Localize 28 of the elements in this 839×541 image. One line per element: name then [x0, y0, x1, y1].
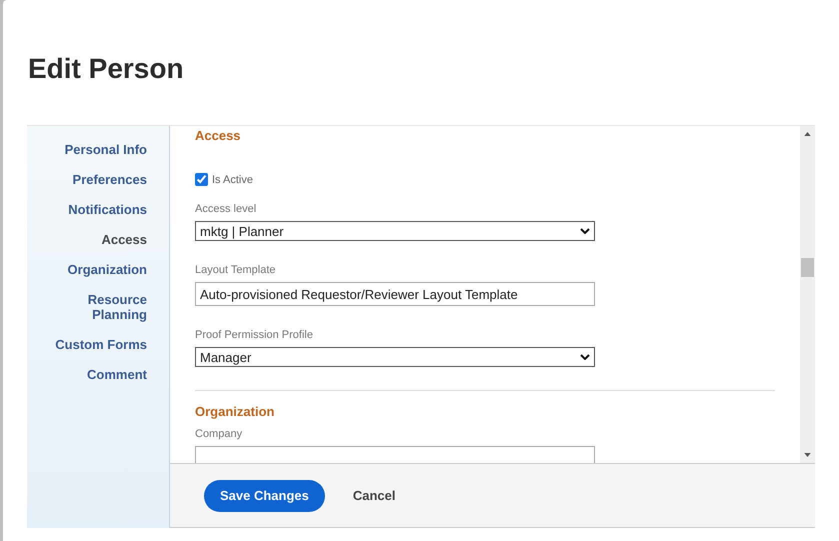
dropdown-field[interactable]: Manager: [195, 347, 595, 367]
section-heading: Organization: [195, 404, 276, 419]
dropdown-field[interactable]: mktg | Planner: [195, 221, 595, 241]
field-label: Company: [195, 428, 244, 440]
text-field[interactable]: Auto-provisioned Requestor/Reviewer Layout Template: [195, 282, 595, 306]
chevron-down-icon: [580, 354, 590, 360]
checkbox-label: Is Active: [212, 174, 253, 186]
field-label: Proof Permission Profile: [195, 329, 314, 341]
section-heading: Access: [195, 128, 242, 143]
sidebar-item[interactable]: Resource Planning: [47, 292, 169, 322]
sidebar-item[interactable]: Custom Forms: [47, 337, 169, 352]
field-label: Access level: [195, 203, 258, 215]
sidebar-item[interactable]: Comment: [47, 367, 169, 382]
scrollbar[interactable]: [800, 126, 815, 463]
scrollbar-thumb[interactable]: [801, 258, 814, 277]
scroll-down-icon[interactable]: [804, 453, 811, 457]
field-label: Layout Template: [195, 264, 277, 276]
save-changes-button[interactable]: Save Changes: [204, 480, 325, 512]
cancel-button[interactable]: Cancel: [352, 488, 396, 503]
sidebar-item[interactable]: Personal Info: [47, 142, 169, 157]
scroll-up-icon[interactable]: [804, 132, 811, 136]
sidebar-item[interactable]: Preferences: [47, 172, 169, 187]
chevron-down-icon: [580, 228, 590, 234]
dialog-title: Edit Person: [28, 52, 184, 86]
sidebar-item[interactable]: Access: [47, 232, 169, 247]
sidebar-item[interactable]: Notifications: [47, 202, 169, 217]
sidebar-item[interactable]: Organization: [47, 262, 169, 277]
is-active-checkbox[interactable]: [195, 173, 208, 186]
